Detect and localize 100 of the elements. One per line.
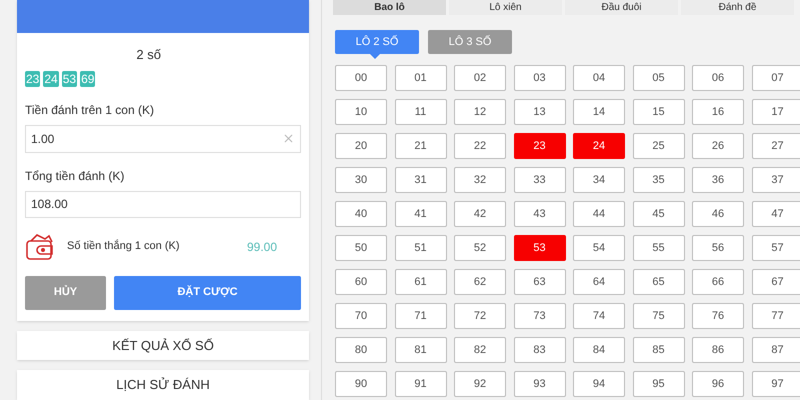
number-button[interactable]: 94 [573, 371, 625, 398]
number-button[interactable]: 91 [394, 371, 446, 398]
number-button[interactable]: 10 [335, 99, 387, 126]
number-button[interactable]: 47 [752, 201, 800, 228]
number-button[interactable]: 60 [335, 269, 387, 296]
number-button[interactable]: 21 [394, 133, 446, 160]
number-button[interactable]: 85 [632, 337, 684, 364]
sub-tab[interactable]: LÔ 2 SỐ [335, 30, 419, 54]
number-button[interactable]: 22 [454, 133, 506, 160]
tab[interactable]: Đầu đuôi [565, 0, 678, 15]
number-button[interactable]: 30 [335, 167, 387, 194]
number-button[interactable]: 33 [514, 167, 566, 194]
number-button[interactable]: 70 [335, 303, 387, 330]
number-button[interactable]: 54 [573, 235, 625, 262]
wallet-icon [25, 232, 55, 260]
number-button[interactable]: 44 [573, 201, 625, 228]
menu-link[interactable]: KẾT QUẢ XỔ SỐ [17, 330, 309, 360]
number-button[interactable]: 77 [752, 303, 800, 330]
number-button[interactable]: 67 [752, 269, 800, 296]
number-button[interactable]: 05 [632, 65, 684, 92]
number-chip: 24 [43, 70, 59, 86]
number-button[interactable]: 40 [335, 201, 387, 228]
number-button[interactable]: 15 [632, 99, 684, 126]
number-button[interactable]: 80 [335, 337, 387, 364]
number-button[interactable]: 51 [394, 235, 446, 262]
number-button[interactable]: 62 [454, 269, 506, 296]
number-button[interactable]: 65 [632, 269, 684, 296]
number-button[interactable]: 55 [632, 235, 684, 262]
number-button[interactable]: 82 [454, 337, 506, 364]
number-button[interactable]: 32 [454, 167, 506, 194]
number-button[interactable]: 42 [454, 201, 506, 228]
tab[interactable]: Lô xiên [449, 0, 562, 15]
number-button[interactable]: 56 [692, 235, 744, 262]
number-button[interactable]: 25 [632, 133, 684, 160]
number-button[interactable]: 57 [752, 235, 800, 262]
number-button[interactable]: 14 [573, 99, 625, 126]
clear-icon[interactable] [282, 132, 295, 144]
number-button[interactable]: 11 [394, 99, 446, 126]
total-field[interactable]: 108.00 [25, 190, 301, 218]
place-bet-button[interactable]: ĐẶT CƯỢC [114, 276, 301, 310]
number-button[interactable]: 02 [454, 65, 506, 92]
win-value: 99.00 [247, 238, 278, 256]
number-button[interactable]: 45 [632, 201, 684, 228]
number-button[interactable]: 72 [454, 303, 506, 330]
number-button[interactable]: 66 [692, 269, 744, 296]
number-button[interactable]: 04 [573, 65, 625, 92]
number-button[interactable]: 75 [632, 303, 684, 330]
number-button[interactable]: 46 [692, 201, 744, 228]
number-button[interactable]: 43 [514, 201, 566, 228]
number-chip: 53 [62, 70, 78, 86]
number-button[interactable]: 52 [454, 235, 506, 262]
number-button[interactable]: 26 [692, 133, 744, 160]
number-button[interactable]: 97 [752, 371, 800, 398]
number-button[interactable]: 93 [514, 371, 566, 398]
number-button[interactable]: 63 [514, 269, 566, 296]
tab[interactable]: Bao lô [333, 0, 446, 15]
number-button[interactable]: 07 [752, 65, 800, 92]
number-button[interactable]: 16 [692, 99, 744, 126]
number-button[interactable]: 84 [573, 337, 625, 364]
number-button[interactable]: 53 [514, 235, 566, 262]
number-button[interactable]: 74 [573, 303, 625, 330]
stake-field[interactable]: 1.00 [25, 124, 301, 152]
tab[interactable]: Đánh đề [681, 0, 794, 15]
number-button[interactable]: 61 [394, 269, 446, 296]
number-button[interactable]: 17 [752, 99, 800, 126]
number-button[interactable]: 00 [335, 65, 387, 92]
number-button[interactable]: 34 [573, 167, 625, 194]
number-button[interactable]: 12 [454, 99, 506, 126]
number-button[interactable]: 13 [514, 99, 566, 126]
number-button[interactable]: 27 [752, 133, 800, 160]
selection-label: 2 số [136, 46, 161, 64]
number-button[interactable]: 06 [692, 65, 744, 92]
number-button[interactable]: 31 [394, 167, 446, 194]
number-button[interactable]: 95 [632, 371, 684, 398]
number-button[interactable]: 41 [394, 201, 446, 228]
number-button[interactable]: 23 [514, 133, 566, 160]
number-button[interactable]: 76 [692, 303, 744, 330]
number-button[interactable]: 86 [692, 337, 744, 364]
number-button[interactable]: 81 [394, 337, 446, 364]
number-button[interactable]: 36 [692, 167, 744, 194]
number-button[interactable]: 92 [454, 371, 506, 398]
number-button[interactable]: 71 [394, 303, 446, 330]
number-chip: 69 [80, 70, 96, 86]
number-button[interactable]: 37 [752, 167, 800, 194]
number-button[interactable]: 20 [335, 133, 387, 160]
menu-link[interactable]: LỊCH SỬ ĐÁNH [17, 370, 309, 400]
stake-label: Tiền đánh trên 1 con (K) [25, 102, 155, 118]
number-button[interactable]: 90 [335, 371, 387, 398]
number-button[interactable]: 01 [394, 65, 446, 92]
number-button[interactable]: 73 [514, 303, 566, 330]
number-button[interactable]: 87 [752, 337, 800, 364]
number-button[interactable]: 03 [514, 65, 566, 92]
number-button[interactable]: 83 [514, 337, 566, 364]
number-button[interactable]: 96 [692, 371, 744, 398]
number-button[interactable]: 35 [632, 167, 684, 194]
number-button[interactable]: 24 [573, 133, 625, 160]
number-button[interactable]: 50 [335, 235, 387, 262]
number-button[interactable]: 64 [573, 269, 625, 296]
pointer-icon [369, 53, 381, 59]
win-label: Số tiền thắng 1 con (K) [67, 238, 181, 254]
